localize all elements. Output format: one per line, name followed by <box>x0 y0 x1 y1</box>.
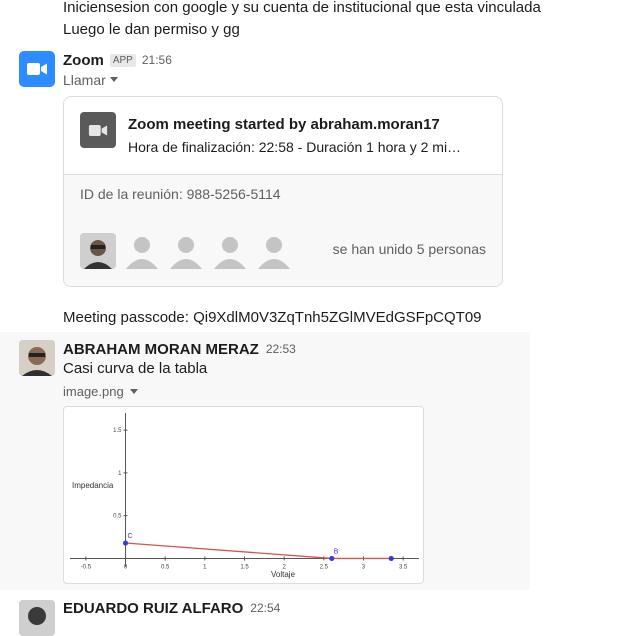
person-icon <box>126 237 158 269</box>
data-point-group: CB <box>122 533 394 562</box>
x-tick-label: 1.5 <box>240 564 249 570</box>
person-icon <box>170 237 202 269</box>
caret-down-icon <box>109 77 118 82</box>
point-label: C <box>128 533 133 540</box>
message-text-line: Iniciensesion con google y su cuenta de … <box>63 0 541 16</box>
zoom-meeting-card[interactable]: Zoom meeting started by abraham.moran17 … <box>63 96 503 287</box>
sender-name[interactable]: Zoom <box>63 52 104 69</box>
sender-avatar[interactable] <box>19 340 55 376</box>
person-photo-icon <box>19 600 55 636</box>
x-tick-label: 0 <box>124 564 128 570</box>
y-axis-label: Impedancia <box>72 481 114 490</box>
participant-placeholder-avatar[interactable] <box>212 233 248 269</box>
message-header: ABRAHAM MORAN MERAZ 22:53 <box>63 339 296 359</box>
sender-name[interactable]: EDUARDO RUIZ ALFARO <box>63 600 243 617</box>
zoom-app-avatar[interactable] <box>19 51 55 87</box>
x-tick-label: 1 <box>203 564 207 570</box>
message-header: EDUARDO RUIZ ALFARO 22:54 <box>63 598 280 618</box>
data-point <box>388 555 394 562</box>
meeting-passcode: Meeting passcode: Qi9XdlM0V3ZqTnh5ZGlMVE… <box>63 309 482 326</box>
x-axis-label: Voltaje <box>271 570 296 579</box>
participants-row: se han unido 5 personas <box>64 217 502 286</box>
message-text: Casi curva de la tabla <box>63 360 208 377</box>
meeting-title: Zoom meeting started by abraham.moran17 <box>128 116 440 133</box>
app-badge: APP <box>109 53 136 67</box>
participant-placeholder-avatar[interactable] <box>256 233 292 269</box>
person-icon <box>258 237 290 269</box>
message-text-line: Luego le dan permiso y gg <box>63 21 240 38</box>
x-tick-label: 2.5 <box>320 564 329 570</box>
meeting-id-row: ID de la reunión: 988-5256-5114 <box>64 174 502 218</box>
image-attachment[interactable]: -0.5 0 0.5 1 1.5 2 2.5 3 3.5 0.5 1 1.5 CB Impedanc… <box>63 406 424 584</box>
meeting-summary: Zoom meeting started by abraham.moran17 … <box>64 97 502 174</box>
x-tick-label: 3.5 <box>399 564 408 570</box>
participant-placeholder-avatar[interactable] <box>124 233 160 269</box>
data-point <box>329 555 335 562</box>
message-timestamp[interactable]: 22:53 <box>266 342 296 356</box>
person-photo-icon <box>80 233 116 269</box>
meeting-subtitle: Hora de finalización: 22:58 - Duración 1… <box>128 139 462 155</box>
participant-placeholder-avatar[interactable] <box>168 233 204 269</box>
message-header: Zoom APP 21:56 <box>63 50 172 70</box>
caret-down-icon <box>129 388 138 394</box>
y-tick-label: 1.5 <box>113 428 122 434</box>
participants-count: se han unido 5 personas <box>332 241 486 257</box>
attachment-toggle[interactable]: image.png <box>63 384 138 399</box>
message-timestamp[interactable]: 22:54 <box>250 601 280 615</box>
participant-photo-avatar[interactable] <box>80 233 116 269</box>
attachment-name: image.png <box>63 384 124 399</box>
meeting-video-tile <box>80 112 116 148</box>
x-tick-label: 3 <box>362 564 366 570</box>
chart-plot: -0.5 0 0.5 1 1.5 2 2.5 3 3.5 0.511.5 CB Impedanc… <box>70 413 419 579</box>
y-tick-label: 1 <box>118 471 122 477</box>
meeting-id: ID de la reunión: 988-5256-5114 <box>80 186 281 202</box>
call-action-label: Llamar <box>63 72 106 88</box>
sender-name[interactable]: ABRAHAM MORAN MERAZ <box>63 341 259 358</box>
person-photo-icon <box>19 340 55 376</box>
person-icon <box>214 237 246 269</box>
x-tick-label: -0.5 <box>81 564 92 570</box>
data-point <box>122 540 129 546</box>
data-line <box>125 542 392 560</box>
y-tick-label: 0.5 <box>113 514 122 520</box>
video-camera-icon <box>27 63 47 75</box>
x-tick-label: 0.5 <box>161 564 170 570</box>
sender-avatar[interactable] <box>19 600 55 636</box>
video-camera-icon <box>88 124 108 136</box>
point-label: B <box>334 548 339 555</box>
message-timestamp[interactable]: 21:56 <box>142 53 172 67</box>
call-action[interactable]: Llamar <box>63 72 118 88</box>
